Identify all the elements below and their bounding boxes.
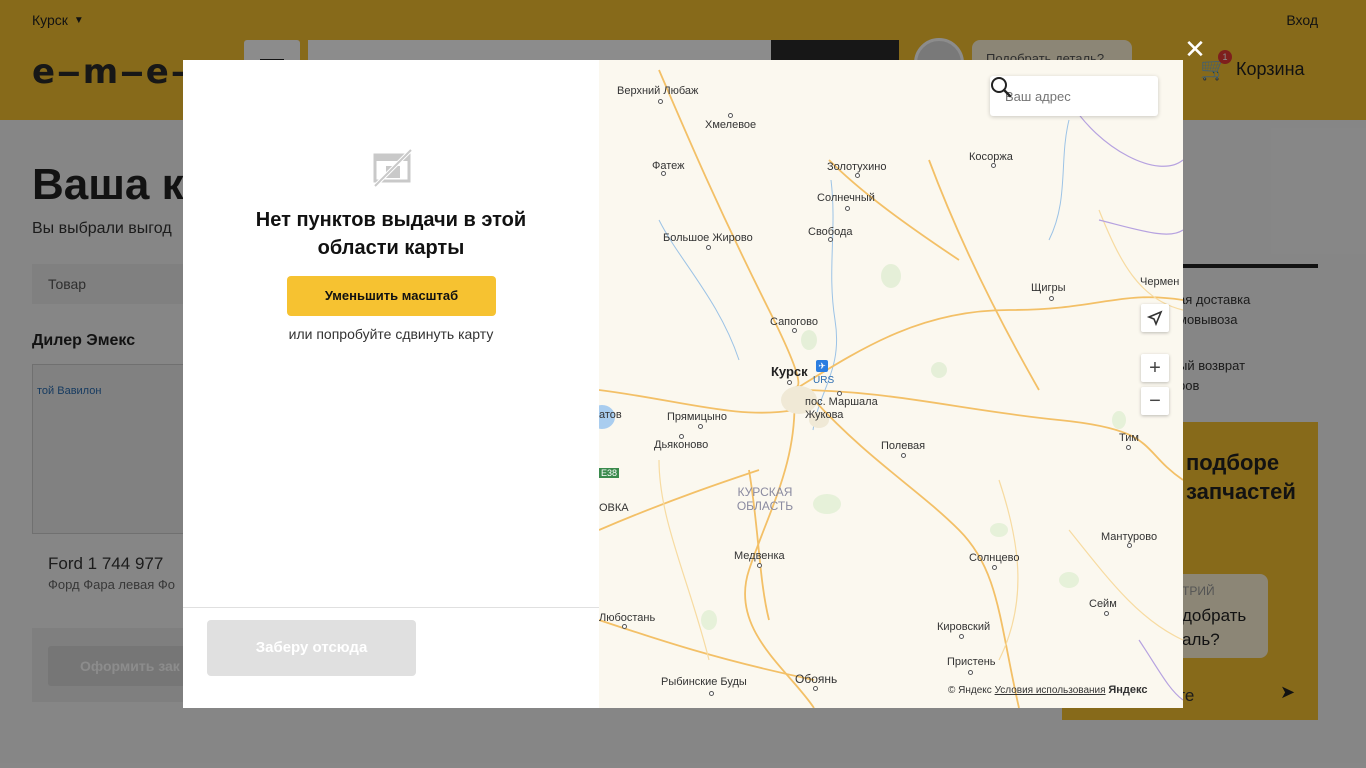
footer-divider xyxy=(183,607,599,608)
place-label: Пристень xyxy=(947,656,996,668)
plus-icon[interactable]: + xyxy=(1141,354,1169,382)
place-dot xyxy=(968,670,973,675)
place-label-airport: URS xyxy=(813,375,835,386)
place-label: Обоянь xyxy=(795,672,838,686)
place-label: Сапогово xyxy=(770,316,818,328)
place-label: Солнцево xyxy=(969,552,1020,564)
place-label: Тим xyxy=(1119,432,1139,444)
place-dot xyxy=(1127,543,1132,548)
place-dot xyxy=(901,453,906,458)
no-image-icon xyxy=(371,146,415,190)
place-dot xyxy=(706,245,711,250)
move-map-hint: или попробуйте сдвинуть карту xyxy=(288,326,494,342)
place-label: Медвенка xyxy=(734,550,785,562)
place-dot xyxy=(679,434,684,439)
place-label: Большое Жирово xyxy=(663,232,753,244)
pickup-here-button[interactable]: Заберу отсюда xyxy=(207,620,416,676)
place-label: Прямицыно xyxy=(667,411,727,423)
place-label: Дьяконово xyxy=(654,439,709,451)
place-dot xyxy=(787,380,792,385)
place-label: атов xyxy=(599,409,622,421)
yandex-map[interactable]: Верхний Любаж Хмелевое Фатеж Золотухино … xyxy=(599,60,1183,708)
place-dot xyxy=(1104,611,1109,616)
airport-icon: ✈ xyxy=(816,360,828,372)
place-dot xyxy=(622,624,627,629)
yandex-logo[interactable]: Яндекс xyxy=(1108,684,1147,696)
place-label: Любостань xyxy=(599,612,656,624)
place-label: пос. Маршала Жукова xyxy=(805,396,878,421)
map-roads-layer xyxy=(599,69,1183,708)
road-shield-e38: E38 xyxy=(599,468,620,478)
place-label: Солнечный xyxy=(817,192,875,204)
place-dot xyxy=(658,99,663,104)
terms-link[interactable]: Условия использования xyxy=(995,685,1106,696)
place-dot xyxy=(845,206,850,211)
place-label: Золотухино xyxy=(827,161,887,173)
address-search-box xyxy=(990,76,1158,116)
place-label: Кировский xyxy=(937,621,991,633)
place-dot xyxy=(757,563,762,568)
pickup-map-modal: Нет пунктов выдачи в этой области карты … xyxy=(183,60,1183,708)
place-dot xyxy=(855,173,860,178)
place-dot xyxy=(792,328,797,333)
place-label: Верхний Любаж xyxy=(617,85,699,97)
place-label: Мантурово xyxy=(1101,531,1158,543)
pickup-list-panel: Нет пунктов выдачи в этой области карты … xyxy=(183,60,599,708)
place-label: Полевая xyxy=(881,440,926,452)
place-label-kursk: Курск xyxy=(771,364,808,379)
close-icon[interactable]: ✕ xyxy=(1184,36,1206,62)
region-label: КУРСКАЯ ОБЛАСТЬ xyxy=(736,485,794,513)
search-icon[interactable] xyxy=(990,76,1012,98)
place-label: Сейм xyxy=(1089,598,1117,610)
locate-arrow-icon[interactable] xyxy=(1141,304,1169,332)
place-dot xyxy=(959,634,964,639)
place-dot xyxy=(992,565,997,570)
place-dot xyxy=(709,691,714,696)
place-dot xyxy=(1049,296,1054,301)
place-dot xyxy=(728,113,733,118)
place-label: Рыбинские Буды xyxy=(661,676,747,688)
place-label: Фатеж xyxy=(652,160,685,172)
place-label: Хмелевое xyxy=(705,119,757,131)
map-copyright: © Яндекс Условия использования Яндекс xyxy=(948,684,1147,696)
place-label: Щигры xyxy=(1031,282,1066,294)
no-points-title: Нет пунктов выдачи в этой области карты xyxy=(255,209,527,259)
place-label: Косоржа xyxy=(969,151,1013,163)
place-dot xyxy=(813,686,818,691)
place-label: Чермен xyxy=(1140,276,1180,288)
place-dot xyxy=(698,424,703,429)
minus-icon[interactable]: − xyxy=(1141,387,1169,415)
place-label: ОВКА xyxy=(599,502,629,514)
zoom-out-map-button[interactable]: Уменьшить масштаб xyxy=(287,276,496,316)
copyright-text: © Яндекс xyxy=(948,685,992,696)
place-dot xyxy=(991,163,996,168)
place-dot xyxy=(828,237,833,242)
place-dot xyxy=(1126,445,1131,450)
